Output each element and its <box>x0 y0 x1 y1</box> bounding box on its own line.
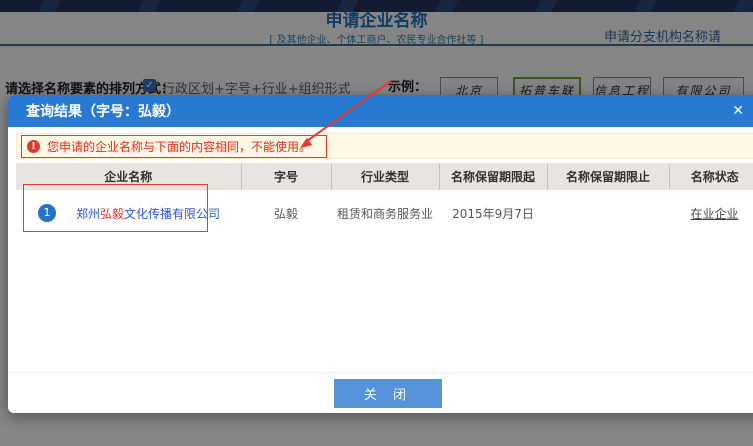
close-button[interactable]: 关 闭 <box>334 379 442 408</box>
row-index-badge: 1 <box>38 204 56 222</box>
modal-footer: 关 闭 <box>8 372 753 413</box>
col-tradename: 字号 <box>241 163 331 190</box>
tradename-cell: 弘毅 <box>241 190 331 236</box>
modal-body: ! 您申请的企业名称与下面的内容相同，不能使用。 企业名称 字号 行业类型 名称… <box>16 127 753 236</box>
col-company-name: 企业名称 <box>16 163 241 190</box>
col-reserve-start: 名称保留期限起 <box>439 163 547 190</box>
col-reserve-end: 名称保留期限止 <box>547 163 669 190</box>
warning-icon: ! <box>27 140 40 153</box>
status-cell: 在业企业 <box>669 190 753 236</box>
company-name-cell: 1 郑州弘毅文化传播有限公司 <box>16 204 241 222</box>
modal-title-text: 查询结果（字号：弘毅） <box>26 101 180 121</box>
query-result-modal: 查询结果（字号：弘毅） ✕ ! 您申请的企业名称与下面的内容相同，不能使用。 企… <box>8 95 753 413</box>
company-name-link[interactable]: 郑州弘毅文化传播有限公司 <box>76 205 220 222</box>
table-row: 1 郑州弘毅文化传播有限公司 弘毅 租赁和商务服务业 2015年9月7日 在业企… <box>16 190 753 236</box>
status-link[interactable]: 在业企业 <box>690 207 738 221</box>
warning-banner: ! 您申请的企业名称与下面的内容相同，不能使用。 <box>16 133 753 159</box>
reserve-end-cell <box>547 190 669 236</box>
modal-titlebar: 查询结果（字号：弘毅） ✕ <box>8 95 753 127</box>
company-name-suffix: 文化传播有限公司 <box>124 207 220 221</box>
close-icon[interactable]: ✕ <box>732 103 744 119</box>
col-status: 名称状态 <box>669 163 753 190</box>
company-name-highlight: 弘毅 <box>100 207 124 221</box>
industry-cell: 租赁和商务服务业 <box>331 190 439 236</box>
warning-text: 您申请的企业名称与下面的内容相同，不能使用。 <box>47 138 311 155</box>
table-header-row: 企业名称 字号 行业类型 名称保留期限起 名称保留期限止 名称状态 <box>16 163 753 190</box>
reserve-start-cell: 2015年9月7日 <box>439 190 547 236</box>
company-name-prefix: 郑州 <box>76 207 100 221</box>
results-table: 企业名称 字号 行业类型 名称保留期限起 名称保留期限止 名称状态 1 郑州弘毅… <box>16 163 753 236</box>
col-industry: 行业类型 <box>331 163 439 190</box>
